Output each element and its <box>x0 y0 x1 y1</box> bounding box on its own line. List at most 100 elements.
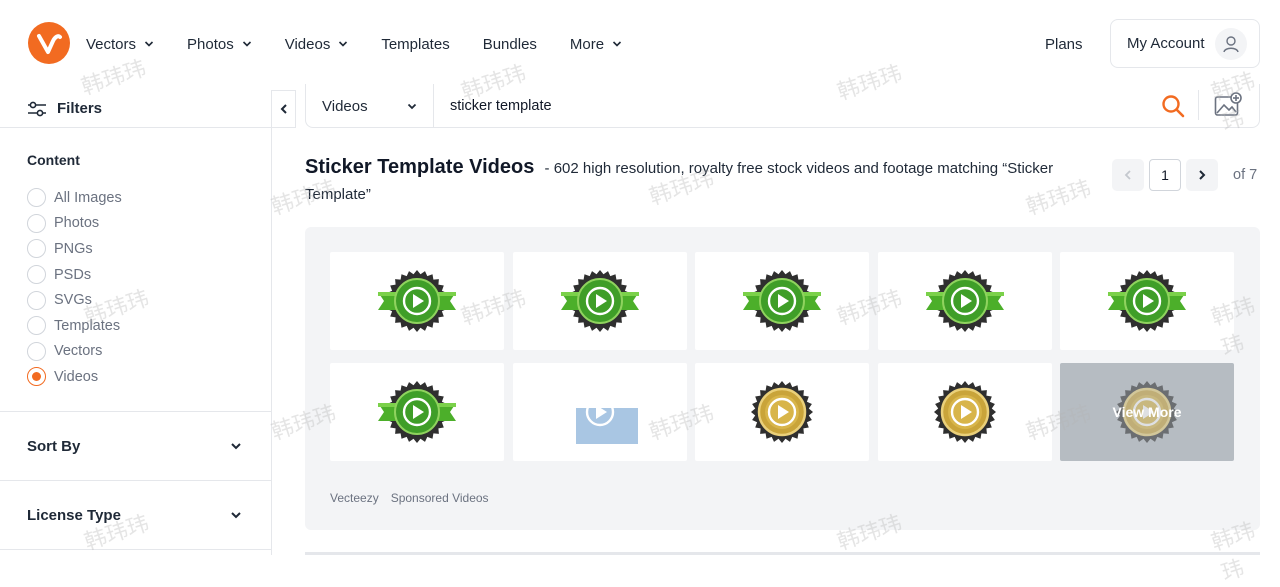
gold-play-badge-icon <box>934 381 996 443</box>
my-account-label: My Account <box>1127 35 1205 52</box>
content-option-all-images[interactable]: All Images <box>27 185 122 211</box>
chevron-down-icon <box>231 512 241 519</box>
video-thumbnail[interactable] <box>695 252 869 350</box>
content-option-svgs[interactable]: SVGs <box>27 287 122 313</box>
nav-label: Videos <box>284 35 331 53</box>
chevron-down-icon <box>231 443 241 450</box>
content-option-pngs[interactable]: PNGs <box>27 236 122 262</box>
content-option-photos[interactable]: Photos <box>27 211 122 237</box>
nav-label: Photos <box>187 35 234 53</box>
nav-label: Bundles <box>482 35 537 53</box>
filters-sidebar: Filters Content All Images Photos PNGs PSDs… <box>0 90 272 555</box>
content-option-label: PNGs <box>54 240 93 257</box>
search-bar: Videos <box>305 84 1260 128</box>
green-play-badge-icon <box>378 381 456 443</box>
filters-header[interactable]: Filters <box>0 90 272 128</box>
content-option-videos[interactable]: Videos <box>27 364 122 390</box>
page-count: of 7 <box>1233 167 1258 183</box>
search-type-select[interactable]: Videos <box>306 84 434 128</box>
video-thumbnail[interactable] <box>695 363 869 461</box>
plans-link[interactable]: Plans <box>1045 36 1083 53</box>
search-divider <box>1198 90 1199 120</box>
nav-label: Templates <box>381 35 450 53</box>
content-option-templates[interactable]: Templates <box>27 313 122 339</box>
search-icon[interactable] <box>1161 94 1185 123</box>
my-account-button[interactable]: My Account <box>1110 19 1260 68</box>
search-input[interactable] <box>442 92 1122 120</box>
content-options: All Images Photos PNGs PSDs SVGs Templates Vec… <box>27 185 122 390</box>
chevron-left-icon <box>1124 170 1131 180</box>
search-type-value: Videos <box>322 97 368 115</box>
green-play-badge-icon <box>743 270 821 332</box>
chevron-down-icon <box>144 41 154 47</box>
video-thumbnail[interactable] <box>513 252 687 350</box>
chevron-right-icon <box>1199 170 1206 180</box>
view-more-tile[interactable]: View More <box>1060 363 1234 461</box>
content-option-vectors[interactable]: Vectors <box>27 339 122 365</box>
page-number-input[interactable]: 1 <box>1149 159 1181 191</box>
content-option-label: Photos <box>54 215 100 232</box>
vecteezy-logo[interactable] <box>28 22 70 64</box>
radio-button[interactable] <box>27 316 46 336</box>
sort-by-dropdown[interactable]: Sort By <box>0 412 272 481</box>
content-option-label: PSDs <box>54 266 92 283</box>
sponsored-footer: Vecteezy Sponsored Videos <box>330 491 501 505</box>
top-navigation-bar: Vectors Photos Videos Templates Bundles More … <box>0 0 1280 90</box>
content-option-label: Videos <box>54 368 99 385</box>
collapse-sidebar-button[interactable] <box>272 90 296 128</box>
sponsored-label: Sponsored Videos <box>390 491 489 505</box>
nav-label: Vectors <box>86 35 137 53</box>
chevron-down-icon <box>613 41 622 47</box>
video-thumbnail[interactable] <box>330 252 504 350</box>
gold-play-badge-icon <box>751 381 813 443</box>
radio-button[interactable] <box>27 290 46 310</box>
sliders-icon <box>28 101 46 116</box>
next-page-button[interactable] <box>1186 159 1218 191</box>
video-thumbnail[interactable] <box>878 252 1052 350</box>
radio-button[interactable] <box>27 213 46 233</box>
chevron-down-icon <box>339 41 348 47</box>
radio-button[interactable] <box>27 341 46 361</box>
video-thumbnail[interactable] <box>878 363 1052 461</box>
nav-label: More <box>569 35 605 53</box>
green-play-badge-icon <box>1108 270 1186 332</box>
license-type-label: License Type <box>27 506 121 524</box>
video-thumbnail[interactable] <box>513 363 687 461</box>
green-play-badge-icon <box>926 270 1004 332</box>
content-option-label: All Images <box>54 189 122 206</box>
filters-label: Filters <box>57 100 103 117</box>
content-option-psds[interactable]: PSDs <box>27 262 122 288</box>
green-play-badge-icon <box>378 270 456 332</box>
nav-videos[interactable]: Videos <box>285 36 349 53</box>
logo-v-icon <box>37 34 62 54</box>
content-filter-title: Content <box>27 152 80 168</box>
nav-photos[interactable]: Photos <box>187 36 252 53</box>
radio-button[interactable] <box>27 239 46 259</box>
image-search-icon[interactable] <box>1214 92 1242 123</box>
chevron-down-icon <box>242 41 251 47</box>
radio-button[interactable] <box>27 188 46 208</box>
video-thumbnail[interactable] <box>1060 252 1234 350</box>
radio-button[interactable] <box>27 367 46 387</box>
view-more-label: View More <box>1112 404 1182 420</box>
nav-more[interactable]: More <box>570 36 622 53</box>
license-type-dropdown[interactable]: License Type <box>0 481 272 550</box>
chevron-down-icon <box>407 103 417 109</box>
content-option-label: Templates <box>54 317 121 334</box>
content-option-label: Vectors <box>54 343 103 360</box>
nav-templates[interactable]: Templates <box>381 36 449 53</box>
prev-page-button[interactable] <box>1112 159 1144 191</box>
radio-button[interactable] <box>27 265 46 285</box>
user-avatar-icon <box>1215 28 1247 60</box>
source-label[interactable]: Vecteezy <box>330 491 379 505</box>
video-placeholder-icon <box>576 397 638 444</box>
pagination: 1 of 7 <box>1112 159 1257 191</box>
green-play-badge-icon <box>561 270 639 332</box>
nav-bundles[interactable]: Bundles <box>483 36 537 53</box>
nav-vectors[interactable]: Vectors <box>86 36 154 53</box>
video-thumbnail[interactable] <box>330 363 504 461</box>
main-nav: Vectors Photos Videos Templates Bundles More <box>86 34 655 54</box>
sponsored-videos-panel: Vecteezy Sponsored Videos View More <box>305 227 1260 530</box>
content-filter-section: Content All Images Photos PNGs PSDs SVGs Temp… <box>0 128 272 412</box>
chevron-left-icon <box>280 104 287 114</box>
